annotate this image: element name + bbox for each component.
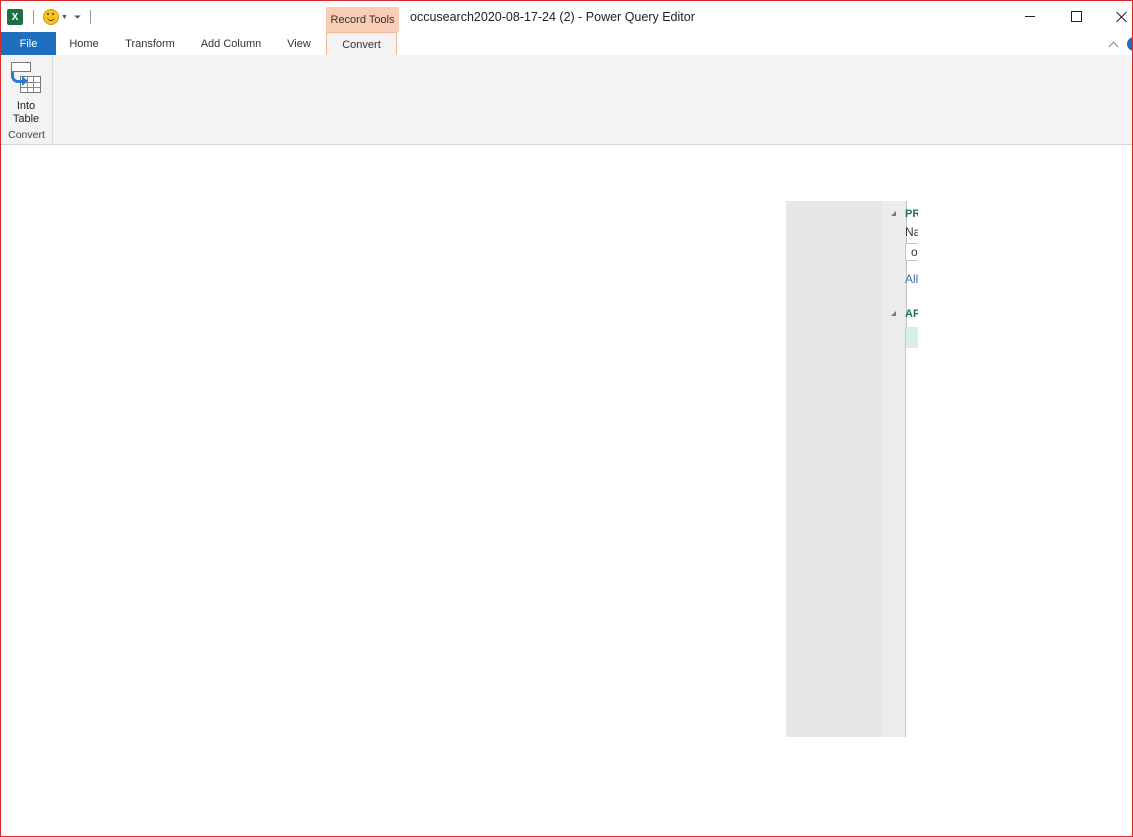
minimize-button[interactable] xyxy=(1007,1,1053,32)
properties-section-header[interactable]: PR xyxy=(886,207,918,223)
customize-toolbar-icon[interactable]: ⏷ xyxy=(74,12,81,22)
context-group-label: Record Tools xyxy=(330,13,395,26)
close-button[interactable] xyxy=(1099,1,1132,32)
ribbon-tabs: File Home Transform Add Column View Conv… xyxy=(1,32,1132,56)
into-table-label: Into Table xyxy=(12,100,40,125)
title-bar: X ▼ ⏷ Record Tools occusearch2020-08-17-… xyxy=(1,1,1132,32)
collapse-arrow-icon xyxy=(891,211,896,216)
quick-access-toolbar: X ▼ ⏷ xyxy=(7,8,92,26)
excel-icon[interactable]: X xyxy=(7,9,26,25)
tab-transform[interactable]: Transform xyxy=(113,32,187,55)
ribbon-body: Into Table Convert xyxy=(1,55,1132,145)
window-title: occusearch2020-08-17-24 (2) - Power Quer… xyxy=(410,10,695,24)
power-query-editor-window: X ▼ ⏷ Record Tools occusearch2020-08-17-… xyxy=(0,0,1133,837)
collapse-arrow-icon xyxy=(891,311,896,316)
tab-add-column[interactable]: Add Column xyxy=(191,32,271,55)
smiley-feedback-icon[interactable] xyxy=(43,9,59,25)
properties-title: PR xyxy=(905,208,918,220)
name-label: Na xyxy=(905,225,918,239)
into-table-button[interactable]: Into Table xyxy=(5,59,47,125)
into-table-icon-arrow xyxy=(11,71,28,86)
minimize-icon xyxy=(1025,16,1035,17)
maximize-button[interactable] xyxy=(1053,1,1099,32)
tab-view[interactable]: View xyxy=(277,32,321,55)
applied-steps-title: AP xyxy=(905,308,918,320)
query-name-input[interactable]: o xyxy=(905,243,918,261)
preview-pane xyxy=(786,201,883,737)
ribbon-group-convert: Into Table Convert xyxy=(1,55,53,144)
applied-steps-section-header[interactable]: AP xyxy=(886,307,918,323)
applied-steps-list[interactable] xyxy=(905,327,918,737)
tab-home[interactable]: Home xyxy=(58,32,110,55)
ribbon-group-label: Convert xyxy=(8,129,45,141)
selected-step[interactable] xyxy=(906,327,918,348)
help-icon[interactable] xyxy=(1127,37,1132,51)
all-properties-link[interactable]: All xyxy=(905,272,918,286)
query-settings-panel: PR Na o All AP xyxy=(886,201,918,737)
record-tools-context-header: Record Tools xyxy=(326,7,399,32)
smiley-dropdown-icon[interactable]: ▼ xyxy=(61,14,68,21)
collapse-ribbon-icon[interactable] xyxy=(1105,36,1121,52)
qat-separator xyxy=(33,10,34,24)
close-icon xyxy=(1116,11,1128,23)
tab-convert[interactable]: Convert xyxy=(326,32,397,56)
tab-file[interactable]: File xyxy=(1,32,56,55)
main-content: PR Na o All AP xyxy=(1,145,1132,836)
into-table-icon xyxy=(11,62,41,94)
excel-icon-letter: X xyxy=(11,11,19,23)
maximize-icon xyxy=(1070,11,1082,22)
qat-separator xyxy=(90,10,92,24)
